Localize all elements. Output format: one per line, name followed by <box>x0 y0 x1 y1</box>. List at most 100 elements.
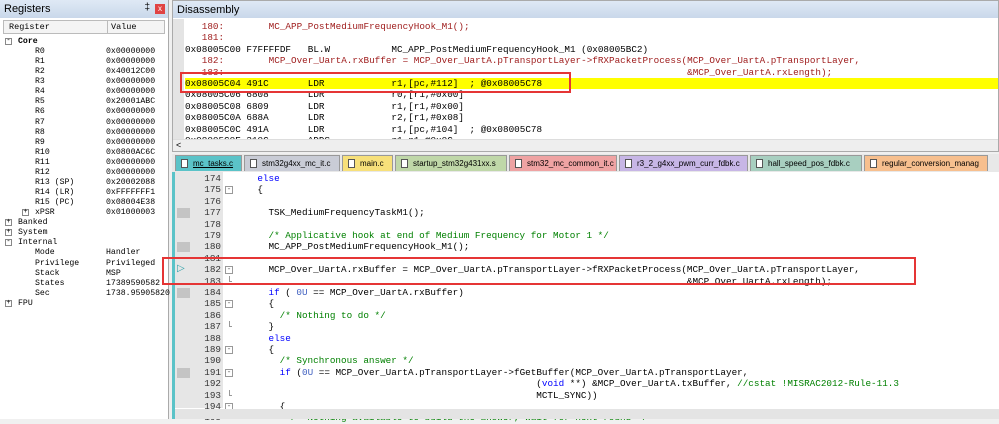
pin-icon[interactable]: ‡ <box>144 2 150 13</box>
tab-hall-speed-pos-fdbk-c[interactable]: hall_speed_pos_fdbk.c <box>750 155 862 171</box>
register-row[interactable]: R14 (LR) 0xFFFFFFF1 <box>0 188 169 198</box>
code-line[interactable]: 185- { <box>175 298 999 309</box>
code-line[interactable]: 177 TSK_MediumFrequencyTaskM1(); <box>175 207 999 219</box>
code-line[interactable]: 187 } <box>175 321 999 332</box>
code-line[interactable]: 192 (void **) &MCP_Over_UartA.txBuffer, … <box>175 378 999 389</box>
scroll-left-arrow[interactable]: < <box>176 140 181 150</box>
code-line[interactable]: 180 MC_APP_PostMediumFrequencyHook_M1(); <box>175 241 999 253</box>
code-line[interactable]: 184 if ( 0U == MCP_Over_UartA.rxBuffer) <box>175 287 999 298</box>
register-value[interactable]: 0x00000000 <box>106 158 155 168</box>
expand-icon[interactable]: + <box>22 209 29 217</box>
register-row[interactable]: R13 (SP) 0x20002088 <box>0 178 169 188</box>
tab-r3-2-g4xx-pwm-curr-fdbk-c[interactable]: r3_2_g4xx_pwm_curr_fdbk.c <box>619 155 748 171</box>
code-line[interactable]: 174 else <box>175 173 999 184</box>
asm-line[interactable]: 0x08005C00 F7FFFFDF BL.W MC_APP_PostMedi… <box>185 44 998 55</box>
register-row[interactable]: + System <box>0 228 169 238</box>
fold-collapse-icon[interactable]: - <box>225 300 233 309</box>
close-icon[interactable]: x <box>155 4 165 14</box>
register-row[interactable]: R8 0x00000000 <box>0 128 169 138</box>
register-row[interactable]: R9 0x00000000 <box>0 138 169 148</box>
register-value[interactable]: 17389590582 <box>106 279 160 289</box>
register-value[interactable]: 0x00000000 <box>106 77 155 87</box>
register-value[interactable]: 0x00000000 <box>106 128 155 138</box>
register-value[interactable]: 0x00000000 <box>106 57 155 67</box>
register-row[interactable]: Mode Handler <box>0 248 169 258</box>
register-value[interactable]: 0x01000003 <box>106 208 155 218</box>
code-line[interactable]: 179 /* Applicative hook at end of Medium… <box>175 230 999 241</box>
column-value[interactable]: Value <box>107 21 137 33</box>
register-row[interactable]: - Core <box>0 37 169 47</box>
register-row[interactable]: R1 0x00000000 <box>0 57 169 67</box>
register-row[interactable]: R15 (PC) 0x08004E38 <box>0 198 169 208</box>
collapse-icon[interactable]: - <box>5 38 12 45</box>
expand-icon[interactable]: + <box>5 229 12 237</box>
register-row[interactable]: R6 0x00000000 <box>0 107 169 117</box>
collapse-icon[interactable]: - <box>5 239 12 247</box>
asm-line[interactable]: 0x08005C08 6809 LDR r1,[r1,#0x00] <box>185 101 998 112</box>
register-value[interactable]: 0x00000000 <box>106 138 155 148</box>
code-line[interactable]: 175- { <box>175 184 999 195</box>
source-line[interactable]: 180: MC_APP_PostMediumFrequencyHook_M1()… <box>185 21 998 32</box>
register-row[interactable]: States 17389590582 <box>0 279 169 289</box>
source-line[interactable]: 182: MCP_Over_UartA.rxBuffer = MCP_Over_… <box>185 55 998 66</box>
column-register[interactable]: Register <box>9 22 50 32</box>
register-value[interactable]: 0xFFFFFFF1 <box>106 188 155 198</box>
code-line[interactable]: 186 /* Nothing to do */ <box>175 310 999 321</box>
register-value[interactable]: 0x08004E38 <box>106 198 155 208</box>
register-row[interactable]: R5 0x20001ABC <box>0 97 169 107</box>
register-row[interactable]: R0 0x00000000 <box>0 47 169 57</box>
code-line[interactable]: 190 /* Synchronous answer */ <box>175 355 999 366</box>
code-line[interactable]: 191- if (0U == MCP_Over_UartA.pTransport… <box>175 367 999 378</box>
register-value[interactable]: 0x40012C00 <box>106 67 155 77</box>
code-line[interactable]: 178 <box>175 219 999 230</box>
code-line[interactable]: 189- { <box>175 344 999 355</box>
register-row[interactable]: R2 0x40012C00 <box>0 67 169 77</box>
asm-line[interactable]: 0x08005C0C 491A LDR r1,[pc,#104] ; @0x08… <box>185 124 998 135</box>
register-value[interactable]: 0x00000000 <box>106 107 155 117</box>
register-value[interactable]: 0x0800AC6C <box>106 148 155 158</box>
register-row[interactable]: R7 0x00000000 <box>0 118 169 128</box>
asm-line[interactable]: 0x08005C0A 688A LDR r2,[r1,#0x08] <box>185 112 998 123</box>
register-row[interactable]: R3 0x00000000 <box>0 77 169 87</box>
tab-startup-stm32g431xx-s[interactable]: startup_stm32g431xx.s <box>395 155 507 171</box>
register-row[interactable]: R12 0x00000000 <box>0 168 169 178</box>
editor-hscrollbar[interactable] <box>175 409 999 419</box>
register-value[interactable]: MSP <box>106 269 121 279</box>
expand-icon[interactable]: + <box>5 219 12 227</box>
register-row[interactable]: R10 0x0800AC6C <box>0 148 169 158</box>
tab-main-c[interactable]: main.c <box>342 155 393 171</box>
fold-collapse-icon[interactable]: - <box>225 186 233 195</box>
register-value[interactable]: 0x00000000 <box>106 87 155 97</box>
register-row[interactable]: - Internal <box>0 238 169 248</box>
register-row[interactable]: + Banked <box>0 218 169 228</box>
comment: /* Nothing to do */ <box>279 309 386 321</box>
fold-collapse-icon[interactable]: - <box>225 368 233 377</box>
register-value[interactable]: Privileged <box>106 259 155 269</box>
register-value[interactable]: 0x00000000 <box>106 168 155 178</box>
register-row[interactable]: R11 0x00000000 <box>0 158 169 168</box>
register-row[interactable]: + xPSR 0x01000003 <box>0 208 169 218</box>
register-value[interactable]: Handler <box>106 248 140 258</box>
register-value[interactable]: 0x20001ABC <box>106 97 155 107</box>
register-value[interactable]: 0x20002088 <box>106 178 155 188</box>
register-value[interactable]: 1738.95905820 <box>106 289 170 299</box>
register-row[interactable]: Stack MSP <box>0 269 169 279</box>
tab-stm32g4xx-mc-it-c[interactable]: stm32g4xx_mc_it.c <box>244 155 340 171</box>
register-value[interactable]: 0x00000000 <box>106 118 155 128</box>
disassembly-hscrollbar[interactable]: < <box>173 139 998 151</box>
fold-collapse-icon[interactable]: - <box>225 346 233 354</box>
register-row[interactable]: Sec 1738.95905820 <box>0 289 170 299</box>
tab-stm32-mc-common-it-c[interactable]: stm32_mc_common_it.c <box>509 155 617 171</box>
register-row[interactable]: R4 0x00000000 <box>0 87 169 97</box>
code-line[interactable]: 193 MCTL_SYNC)) <box>175 389 999 401</box>
register-row[interactable]: + FPU <box>0 299 169 309</box>
tab-mc-tasks-c[interactable]: mc_tasks.c <box>175 155 242 171</box>
register-row[interactable]: Privilege Privileged <box>0 259 169 269</box>
code-token: **) &MCP_Over_UartA.txBuffer, <box>564 378 738 390</box>
tab-regular-conversion-manag[interactable]: regular_conversion_manag <box>864 155 988 171</box>
expand-icon[interactable]: + <box>5 299 12 307</box>
register-value[interactable]: 0x00000000 <box>106 47 155 57</box>
code-line[interactable]: 188 else <box>175 333 999 344</box>
code-line[interactable]: 176 <box>175 196 999 207</box>
source-line[interactable]: 181: <box>185 32 998 43</box>
